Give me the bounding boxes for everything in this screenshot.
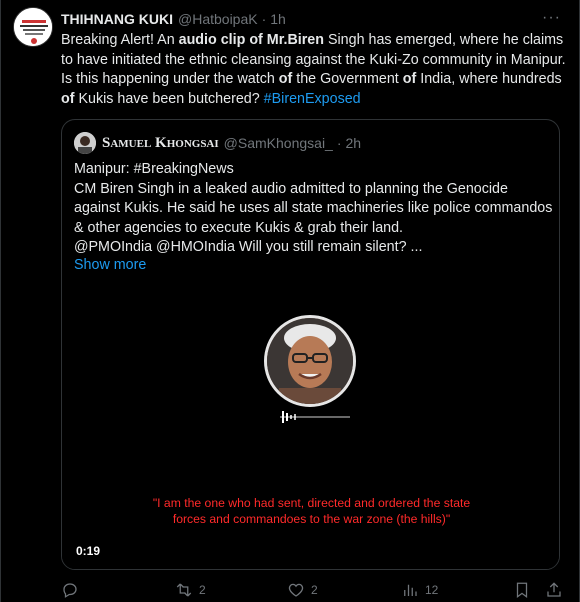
tweet-text-run: of — [61, 90, 75, 107]
audio-caption: "I am the one who had sent, directed and… — [82, 495, 541, 527]
repost-count: 2 — [199, 583, 206, 597]
tweet-text-run: of — [402, 71, 417, 87]
tweet-timestamp[interactable]: 1h — [270, 11, 286, 27]
more-options-icon[interactable]: ··· — [542, 9, 561, 27]
quoted-author-avatar[interactable] — [74, 132, 96, 154]
reply-button[interactable] — [61, 580, 85, 600]
quoted-text-line: @PMOIndia @HMOIndia Will you still remai… — [74, 239, 423, 255]
author-avatar[interactable] — [13, 7, 53, 47]
hashtag-link[interactable]: #BirenExposed — [264, 91, 361, 107]
repost-icon — [176, 583, 192, 597]
heart-icon — [288, 583, 304, 597]
media-duration: 0:19 — [76, 544, 101, 558]
audio-waveform-icon — [280, 411, 350, 423]
quoted-author-name[interactable]: Samuel Khongsai — [102, 135, 219, 152]
tweet-actions: 2 2 12 — [61, 580, 566, 602]
separator-dot: · — [336, 135, 342, 151]
tweet-header: THIHNANG KUKI @HatboipaK · 1h — [61, 9, 567, 29]
speaker-portrait — [264, 315, 356, 407]
caption-line: forces and commandoes to the war zone (t… — [172, 512, 451, 526]
quoted-tweet-header: Samuel Khongsai @SamKhongsai_ · 2h — [74, 132, 361, 154]
share-button[interactable] — [545, 580, 563, 600]
tweet-text-run: the Government — [292, 71, 403, 87]
quoted-tweet-text: Manipur: #BreakingNews CM Biren Singh in… — [74, 160, 554, 258]
quoted-author-handle[interactable]: @SamKhongsai_ — [224, 135, 333, 151]
quoted-tweet-timestamp[interactable]: 2h — [346, 135, 362, 151]
tweet[interactable]: THIHNANG KUKI @HatboipaK · 1h ··· Breaki… — [0, 0, 580, 602]
like-button[interactable]: 2 — [287, 580, 318, 600]
audio-video-player[interactable]: "I am the one who had sent, directed and… — [62, 280, 559, 569]
tweet-text-run: audio clip of Mr.Biren — [178, 32, 324, 48]
repost-button[interactable]: 2 — [175, 580, 206, 600]
tweet-text-run: Kukis have been butchered? — [74, 90, 264, 107]
like-count: 2 — [311, 583, 318, 597]
separator-dot: · — [261, 11, 267, 27]
reply-icon — [63, 583, 77, 598]
share-icon — [547, 582, 561, 597]
quoted-tweet[interactable]: Samuel Khongsai @SamKhongsai_ · 2h Manip… — [61, 119, 560, 570]
tweet-text: Breaking Alert! An audio clip of Mr.Bire… — [61, 31, 566, 109]
tweet-text-run: India, where hundreds — [416, 71, 562, 87]
author-handle[interactable]: @HatboipaK — [178, 11, 258, 27]
bookmark-icon — [516, 582, 528, 599]
bookmark-button[interactable] — [513, 580, 531, 600]
quoted-text-line: Manipur: #BreakingNews — [74, 161, 234, 177]
views-count: 12 — [425, 583, 439, 597]
tweet-text-run: of — [278, 71, 293, 87]
author-name[interactable]: THIHNANG KUKI — [61, 11, 173, 27]
show-more-link[interactable]: Show more — [74, 257, 146, 273]
views-button[interactable]: 12 — [401, 580, 438, 600]
quoted-text-line: CM Biren Singh in a leaked audio admitte… — [74, 180, 553, 236]
tweet-text-run: Breaking Alert! An — [61, 32, 179, 48]
views-icon — [404, 584, 417, 596]
caption-line: "I am the one who had sent, directed and… — [152, 496, 471, 510]
